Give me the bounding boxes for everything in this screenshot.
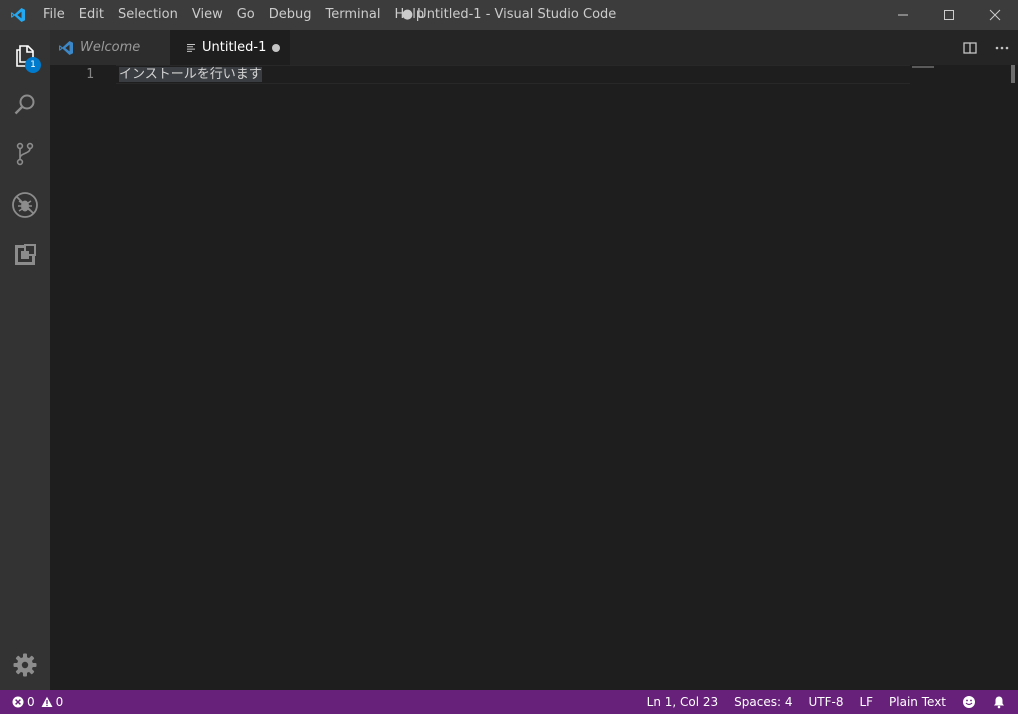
editor-area[interactable]: 1 インストールを行います [50,65,1018,690]
extensions-icon [15,244,36,265]
title-bar: File Edit Selection View Go Debug Termin… [0,0,1018,30]
minimap[interactable] [912,66,934,68]
end-of-line[interactable]: LF [851,690,881,714]
scroll-thumb[interactable] [1011,65,1015,83]
menu-edit[interactable]: Edit [72,0,111,30]
minimize-icon [898,14,908,16]
menu-bar: File Edit Selection View Go Debug Termin… [36,0,431,30]
more-actions-button[interactable] [986,30,1018,65]
ellipsis-icon [995,46,1009,49]
source-control-icon [16,142,34,166]
activity-search[interactable] [0,80,50,130]
window-controls [880,0,1018,30]
error-count: 0 [27,695,35,709]
explorer-badge: 1 [25,57,41,73]
cursor-position[interactable]: Ln 1, Col 23 [639,690,727,714]
minimize-button[interactable] [880,0,926,30]
close-icon [989,9,1001,21]
bell-icon [994,696,1004,709]
error-icon [12,696,24,708]
search-icon [14,94,35,115]
file-encoding[interactable]: UTF-8 [800,690,851,714]
warning-icon [41,696,53,707]
menu-terminal[interactable]: Terminal [319,0,388,30]
menu-debug[interactable]: Debug [262,0,319,30]
close-button[interactable] [972,0,1018,30]
indentation-setting[interactable]: Spaces: 4 [726,690,800,714]
editor-tabs: Welcome Untitled-1 [50,30,1018,65]
tab-label: Welcome [80,40,141,55]
editor-actions [954,30,1018,65]
problems-status[interactable]: 0 0 [0,690,69,714]
split-editor-icon [963,41,977,54]
feedback-button[interactable] [954,695,984,709]
gear-icon [13,653,37,677]
vscode-logo-icon [59,40,73,55]
unsaved-dot-icon[interactable] [272,44,280,52]
status-bar-right: Ln 1, Col 23 Spaces: 4 UTF-8 LF Plain Te… [639,690,1014,714]
tab-untitled-1[interactable]: Untitled-1 [170,30,290,65]
activity-extensions[interactable] [0,230,50,280]
menu-go[interactable]: Go [230,0,262,30]
menu-selection[interactable]: Selection [111,0,185,30]
warning-count: 0 [55,695,64,709]
split-editor-button[interactable] [954,30,986,65]
activity-explorer[interactable]: 1 [0,31,50,81]
notifications-button[interactable] [984,695,1014,709]
code-line[interactable]: インストールを行います [119,65,262,84]
menu-help[interactable]: Help [387,0,431,30]
menu-view[interactable]: View [185,0,230,30]
menu-file[interactable]: File [36,0,72,30]
language-mode[interactable]: Plain Text [881,690,954,714]
activity-bar: 1 [0,30,50,690]
plain-text-file-icon [187,43,195,52]
selected-text[interactable]: インストールを行います [119,67,262,82]
vertical-scrollbar[interactable] [1004,65,1018,690]
activity-source-control[interactable] [0,129,50,179]
status-bar: 0 0 Ln 1, Col 23 Spaces: 4 UTF-8 LF Plai… [0,690,1018,714]
maximize-icon [944,10,954,20]
line-number: 1 [86,67,94,82]
debug-icon [12,192,38,218]
vscode-logo-icon [0,0,36,30]
activity-debug[interactable] [0,180,50,230]
tab-label: Untitled-1 [202,40,267,55]
activity-manage[interactable] [0,640,50,690]
smiley-icon [963,696,975,708]
tab-welcome[interactable]: Welcome [50,30,170,65]
maximize-button[interactable] [926,0,972,30]
